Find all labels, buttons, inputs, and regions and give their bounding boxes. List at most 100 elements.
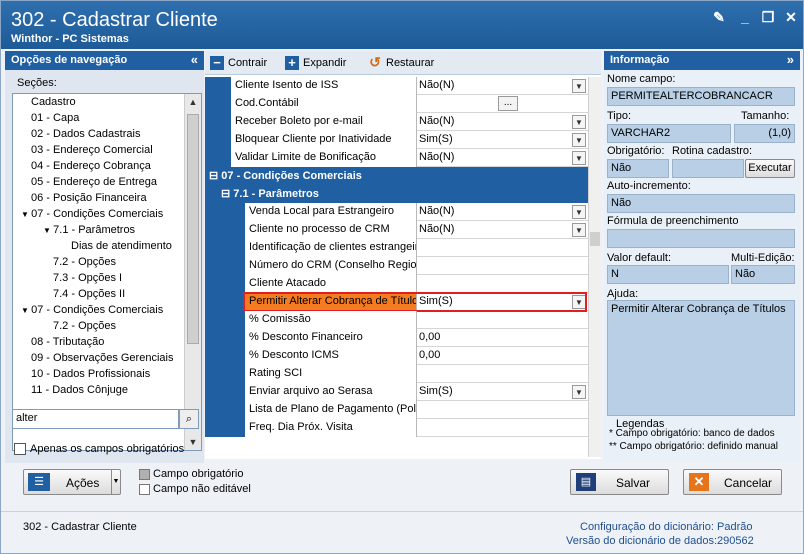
tree-item[interactable]: 7.4 - Opções II bbox=[53, 286, 125, 302]
scroll-thumb[interactable] bbox=[187, 114, 199, 344]
ellipsis-button[interactable]: ... bbox=[498, 96, 518, 111]
grid-row[interactable]: Rating SCI bbox=[205, 365, 588, 383]
collapse-button[interactable]: − Contrair bbox=[210, 55, 267, 71]
actions-dropdown-icon[interactable]: ▼ bbox=[111, 470, 120, 494]
grid-scroll-thumb[interactable] bbox=[590, 232, 600, 246]
tree-item-label: 07 - Condições Comerciais bbox=[31, 208, 164, 220]
restore-button-toolbar[interactable]: ↺ Restaurar bbox=[368, 55, 434, 71]
grid-row[interactable]: Bloquear Cliente por Inatividade Sim(S) ▼ bbox=[205, 131, 588, 149]
subcategory-collapse-icon[interactable]: ⊟ bbox=[221, 188, 233, 200]
multi-edit-label: Multi-Edição: bbox=[731, 252, 795, 264]
tree-item[interactable]: 05 - Endereço de Entrega bbox=[31, 174, 157, 190]
tree-scrollbar[interactable]: ▲ ▼ bbox=[184, 94, 201, 450]
actions-button[interactable]: ☰ Ações ▼ bbox=[23, 469, 121, 495]
tree-item[interactable]: ▼ 07 - Condições Comerciais bbox=[21, 206, 163, 222]
grid-row[interactable]: Enviar arquivo ao Serasa Sim(S) ▼ bbox=[205, 383, 588, 401]
row-value[interactable]: Não(N) ▼ bbox=[417, 149, 588, 167]
grid-row[interactable]: Validar Limite de Bonificação Não(N) ▼ bbox=[205, 149, 588, 167]
tree-item[interactable]: 7.2 - Opções bbox=[53, 254, 116, 270]
tree-item[interactable]: 06 - Posição Financeira bbox=[31, 190, 147, 206]
dropdown-arrow-icon[interactable]: ▼ bbox=[572, 223, 586, 237]
row-value[interactable]: Sim(S) ▼ bbox=[417, 131, 588, 149]
row-value[interactable] bbox=[417, 257, 588, 275]
sections-tree[interactable]: Cadastro 01 - Capa 02 - Dados Cadastrais 03… bbox=[12, 93, 202, 451]
row-value[interactable] bbox=[417, 401, 588, 419]
category-collapse-icon[interactable]: ⊟ bbox=[209, 170, 221, 182]
row-value[interactable]: 0,00 bbox=[417, 329, 588, 347]
grid-row[interactable]: Cliente no processo de CRM Não(N) ▼ bbox=[205, 221, 588, 239]
minus-icon: − bbox=[210, 56, 224, 71]
only-required-checkbox[interactable] bbox=[14, 443, 26, 455]
grid-row[interactable]: Venda Local para Estrangeiro Não(N) ▼ bbox=[205, 203, 588, 221]
collapse-left-icon[interactable]: « bbox=[191, 52, 198, 67]
dropdown-arrow-icon[interactable]: ▼ bbox=[572, 205, 586, 219]
collapse-right-icon[interactable]: » bbox=[787, 52, 794, 67]
tree-item[interactable]: 03 - Endereço Comercial bbox=[31, 142, 153, 158]
dropdown-arrow-icon[interactable]: ▼ bbox=[572, 115, 586, 129]
row-value[interactable]: Não(N) ▼ bbox=[417, 77, 588, 95]
tree-item[interactable]: 08 - Tributação bbox=[31, 334, 104, 350]
row-value[interactable] bbox=[417, 275, 588, 293]
row-value[interactable]: 0,00 bbox=[417, 347, 588, 365]
default-label: Valor default: bbox=[607, 252, 672, 264]
tree-item[interactable]: 02 - Dados Cadastrais bbox=[31, 126, 140, 142]
row-value[interactable]: Não(N) ▼ bbox=[417, 221, 588, 239]
grid-row[interactable]: Cliente Isento de ISS Não(N) ▼ bbox=[205, 77, 588, 95]
tree-item[interactable]: 09 - Observações Gerenciais bbox=[31, 350, 173, 366]
tree-expand-icon[interactable]: ▼ bbox=[21, 210, 31, 219]
minimize-button[interactable]: _ bbox=[738, 10, 752, 24]
tree-expand-icon[interactable]: ▼ bbox=[21, 306, 31, 315]
tree-item[interactable]: Dias de atendimento bbox=[71, 238, 172, 254]
grid-row[interactable]: Freq. Dia Próx. Visita bbox=[205, 419, 588, 437]
search-icon[interactable]: ⌕ bbox=[179, 409, 199, 429]
close-button[interactable]: ✕ bbox=[784, 10, 798, 24]
row-value[interactable]: Não(N) ▼ bbox=[417, 113, 588, 131]
row-value[interactable]: Não(N) ▼ bbox=[417, 203, 588, 221]
tree-item[interactable]: 7.2 - Opções bbox=[53, 318, 116, 334]
row-value[interactable]: Sim(S) ▼ bbox=[417, 383, 588, 401]
dropdown-arrow-icon[interactable]: ▼ bbox=[572, 151, 586, 165]
row-value[interactable]: ... bbox=[417, 95, 588, 113]
tree-item[interactable]: 04 - Endereço Cobrança bbox=[31, 158, 151, 174]
row-value[interactable] bbox=[417, 311, 588, 329]
grid-row[interactable]: Lista de Plano de Pagamento (Polit bbox=[205, 401, 588, 419]
scroll-up-icon[interactable]: ▲ bbox=[185, 94, 201, 110]
grid-row[interactable]: Receber Boleto por e-mail Não(N) ▼ bbox=[205, 113, 588, 131]
dropdown-arrow-icon[interactable]: ▼ bbox=[572, 385, 586, 399]
grid-row[interactable]: % Desconto ICMS 0,00 bbox=[205, 347, 588, 365]
grid-row[interactable]: Identificação de clientes estrangeiros bbox=[205, 239, 588, 257]
tree-item[interactable]: 7.3 - Opções I bbox=[53, 270, 122, 286]
row-value[interactable] bbox=[417, 419, 588, 437]
cancel-button[interactable]: ✕ Cancelar bbox=[683, 469, 782, 495]
scroll-down-icon[interactable]: ▼ bbox=[185, 434, 201, 450]
grid-row[interactable]: Cod.Contábil... bbox=[205, 95, 588, 113]
title-bar: 302 - Cadastrar Cliente Winthor - PC Sis… bbox=[1, 1, 803, 49]
edit-icon[interactable]: ✎ bbox=[712, 10, 726, 24]
tree-item[interactable]: ▼ 07 - Condições Comerciais bbox=[21, 302, 163, 318]
category-header[interactable]: ⊟ 07 - Condições Comerciais bbox=[205, 167, 588, 185]
grid-row[interactable]: % Comissão bbox=[205, 311, 588, 329]
dropdown-arrow-icon[interactable]: ▼ bbox=[572, 133, 586, 147]
save-button[interactable]: ▤ Salvar bbox=[570, 469, 669, 495]
tree-item[interactable]: 11 - Dados Cônjuge bbox=[31, 382, 128, 398]
tree-item[interactable]: 10 - Dados Profissionais bbox=[31, 366, 150, 382]
expand-button[interactable]: + Expandir bbox=[285, 55, 346, 71]
dropdown-arrow-icon[interactable]: ▼ bbox=[572, 79, 586, 93]
tree-item[interactable]: Cadastro bbox=[31, 94, 76, 110]
search-input[interactable]: alter bbox=[12, 409, 179, 429]
execute-button[interactable]: Executar bbox=[745, 159, 795, 178]
row-label: Cliente Isento de ISS bbox=[231, 77, 417, 95]
restore-button[interactable]: ❐ bbox=[761, 10, 775, 24]
row-value[interactable] bbox=[417, 365, 588, 383]
grid-row[interactable]: Cliente Atacado bbox=[205, 275, 588, 293]
subcategory-header[interactable]: ⊟ 7.1 - Parâmetros bbox=[205, 185, 588, 203]
tree-expand-icon[interactable]: ▼ bbox=[43, 226, 53, 235]
cancel-label: Cancelar bbox=[724, 476, 773, 490]
row-value[interactable] bbox=[417, 239, 588, 257]
grid-row[interactable]: % Desconto Financeiro 0,00 bbox=[205, 329, 588, 347]
grid-scrollbar[interactable] bbox=[588, 77, 601, 457]
grid-row[interactable]: Permitir Alterar Cobrança de Títulos Sim(… bbox=[205, 292, 588, 312]
tree-item[interactable]: 01 - Capa bbox=[31, 110, 79, 126]
tree-item[interactable]: ▼ 7.1 - Parâmetros bbox=[43, 222, 135, 238]
grid-row[interactable]: Número do CRM (Conselho Regional bbox=[205, 257, 588, 275]
